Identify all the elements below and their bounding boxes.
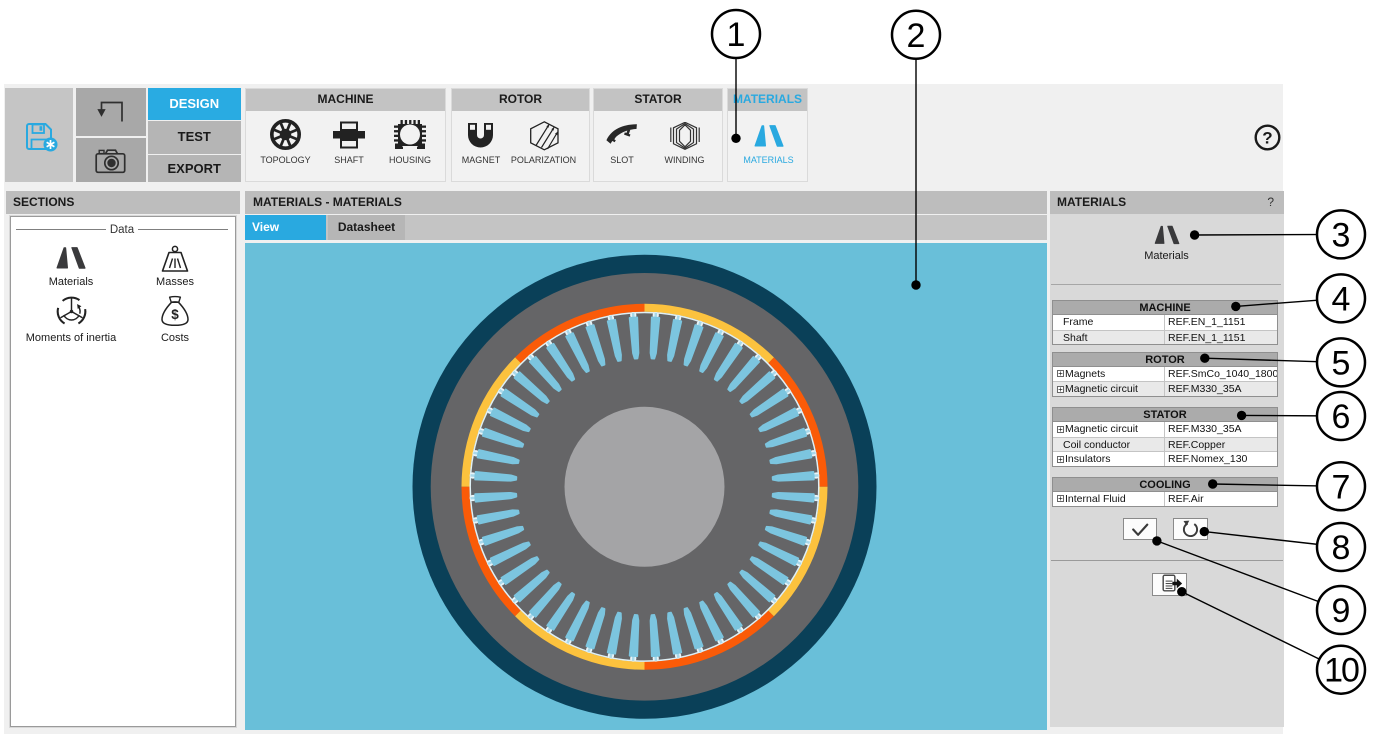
svg-text:6: 6 xyxy=(1332,398,1351,436)
svg-text:8: 8 xyxy=(1332,529,1351,567)
svg-text:9: 9 xyxy=(1332,592,1351,630)
svg-text:2: 2 xyxy=(907,17,926,55)
svg-text:4: 4 xyxy=(1332,280,1351,318)
svg-text:5: 5 xyxy=(1332,344,1351,382)
svg-text:1: 1 xyxy=(727,16,746,54)
svg-text:7: 7 xyxy=(1332,468,1351,506)
svg-text:10: 10 xyxy=(1324,652,1359,690)
svg-text:3: 3 xyxy=(1332,216,1351,254)
